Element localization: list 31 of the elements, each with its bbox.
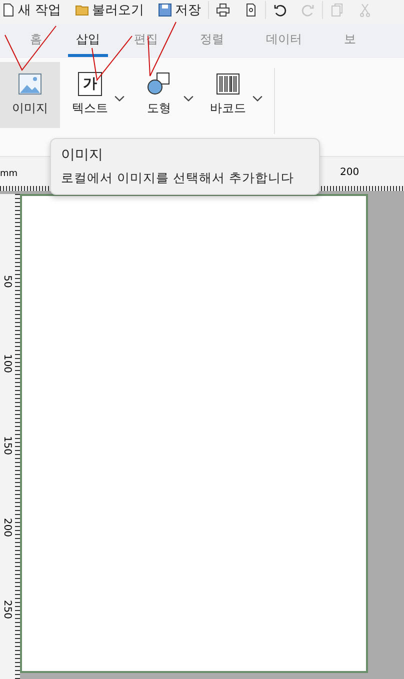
image-insert-button[interactable]: 이미지 bbox=[0, 62, 60, 128]
ruler-label: 200 bbox=[340, 167, 360, 178]
ruler-label: 150 bbox=[2, 434, 12, 458]
text-glyph-icon: 가 bbox=[78, 72, 102, 96]
redo-icon bbox=[301, 3, 316, 17]
ruler-label: 200 bbox=[2, 516, 12, 540]
shapes-icon bbox=[147, 72, 171, 96]
scissors-icon bbox=[358, 3, 372, 17]
copy-icon bbox=[330, 3, 344, 17]
tooltip-title: 이미지 bbox=[61, 146, 104, 164]
barcode-insert-button[interactable]: 바코드 bbox=[198, 62, 258, 128]
ruler-unit: mm bbox=[0, 169, 18, 179]
barcode-icon bbox=[216, 72, 240, 96]
chevron-down-icon bbox=[252, 95, 263, 102]
pen-stroke-drawing bbox=[4, 26, 56, 71]
shape-insert-button[interactable]: 도형 bbox=[129, 62, 189, 128]
print-icon bbox=[216, 3, 230, 17]
document-magnifier-icon bbox=[244, 3, 258, 17]
ruler-label: 50 bbox=[2, 274, 12, 290]
open-button[interactable]: 불러오기 bbox=[68, 0, 152, 20]
undo-icon bbox=[273, 3, 288, 17]
folder-icon bbox=[75, 3, 90, 17]
chevron-down-icon bbox=[114, 95, 125, 102]
text-insert-button[interactable]: 가 텍스트 bbox=[60, 62, 120, 128]
tooltip-text: 로컬에서 이미지를 선택해서 추가합니다 bbox=[61, 170, 295, 187]
image-icon bbox=[18, 72, 42, 96]
chevron-down-icon bbox=[183, 95, 194, 102]
save-button[interactable]: 저장 bbox=[151, 0, 208, 20]
new-button[interactable]: 새 작업 bbox=[0, 0, 68, 20]
ruler-label: 250 bbox=[2, 598, 12, 622]
ruler-label: 100 bbox=[2, 352, 12, 376]
